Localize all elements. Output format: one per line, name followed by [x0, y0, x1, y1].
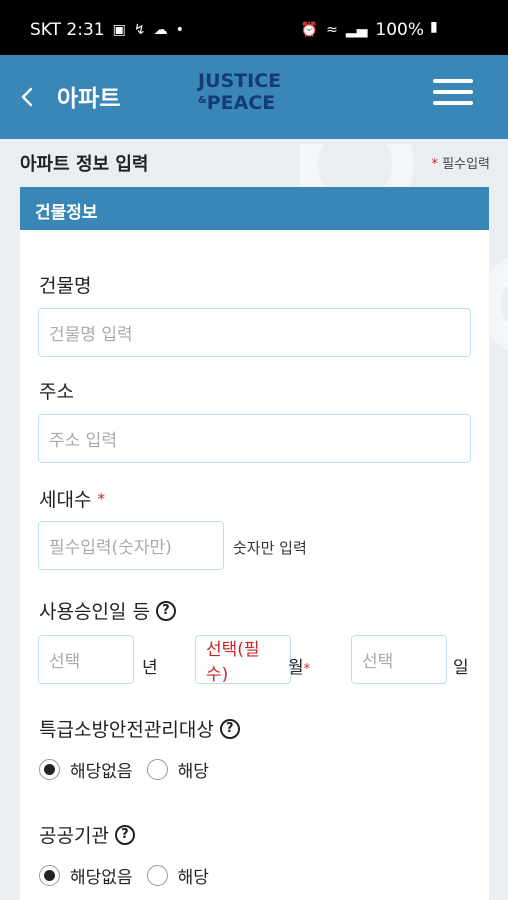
radio-unselected-icon[interactable]	[146, 865, 168, 886]
building-name-label: 건물명	[39, 275, 92, 297]
radio-selected-icon[interactable]	[39, 759, 60, 780]
year-suffix: 년	[142, 658, 158, 678]
households-hint: 숫자만 입력	[233, 539, 307, 557]
battery-percent: 100%	[375, 20, 424, 40]
wifi-icon: ≈	[326, 22, 338, 38]
month-suffix: 월*	[288, 658, 311, 678]
hamburger-menu-icon[interactable]	[433, 79, 473, 107]
address-input[interactable]: 주소 입력	[38, 414, 471, 463]
day-suffix: 일	[453, 658, 469, 678]
main-content: 아파트 정보 입력 * 필수입력 건물정보 건물명 건물명 입력 주소 주소 입…	[0, 139, 508, 900]
households-label: 세대수 *	[39, 489, 105, 511]
radio-unselected-icon[interactable]	[146, 759, 168, 780]
signal-icon: ▂▄	[345, 22, 368, 38]
gallery-icon: ▣	[112, 22, 126, 38]
month-select[interactable]: 선택(필수)	[195, 635, 291, 685]
building-info-card: 건물정보 건물명 건물명 입력 주소 주소 입력 세대수 * 필수입력(숫자만)…	[20, 187, 489, 900]
back-arrow-icon[interactable]	[14, 79, 42, 115]
card-header: 건물정보	[20, 187, 489, 230]
fire-safety-radio-group: 해당없음 해당	[39, 757, 223, 782]
required-note: * 필수입력	[431, 157, 490, 172]
status-bar: SKT 2:31 ▣ ↯ ☁ • ⏰ ≈ ▂▄ 100% ▮	[0, 0, 508, 55]
fire-safety-option-none[interactable]: 해당없음	[39, 757, 133, 782]
dot-icon: •	[175, 22, 184, 38]
public-agency-radio-group: 해당없음 해당	[39, 863, 223, 888]
radio-selected-icon[interactable]	[39, 865, 60, 886]
address-label: 주소	[39, 381, 74, 403]
alarm-icon: ⏰	[300, 22, 319, 38]
help-icon[interactable]: ?	[114, 824, 135, 845]
section-title: 아파트 정보 입력	[20, 154, 149, 175]
help-icon[interactable]: ?	[219, 718, 240, 739]
approval-date-label: 사용승인일 등 ?	[39, 597, 176, 624]
public-agency-option-applicable[interactable]: 해당	[146, 863, 209, 888]
fire-safety-option-applicable[interactable]: 해당	[146, 757, 209, 782]
battery-icon: ▮	[430, 19, 438, 35]
cloud-icon: ☁	[153, 22, 168, 38]
building-name-input[interactable]: 건물명 입력	[38, 308, 471, 357]
status-time: SKT 2:31	[30, 20, 105, 40]
justice-peace-logo[interactable]: JUSTICE &PEACE	[198, 72, 284, 118]
public-agency-option-none[interactable]: 해당없음	[39, 863, 133, 888]
year-select[interactable]: 선택	[38, 635, 134, 684]
public-agency-label: 공공기관 ?	[39, 821, 135, 848]
fire-safety-label: 특급소방안전관리대상 ?	[39, 715, 240, 742]
households-input[interactable]: 필수입력(숫자만)	[38, 521, 224, 570]
app-bar: 아파트 JUSTICE &PEACE	[0, 55, 508, 139]
day-select[interactable]: 선택	[351, 635, 447, 684]
page-title: 아파트	[57, 86, 121, 112]
help-icon[interactable]: ?	[155, 600, 176, 621]
data-saver-icon: ↯	[133, 22, 146, 38]
